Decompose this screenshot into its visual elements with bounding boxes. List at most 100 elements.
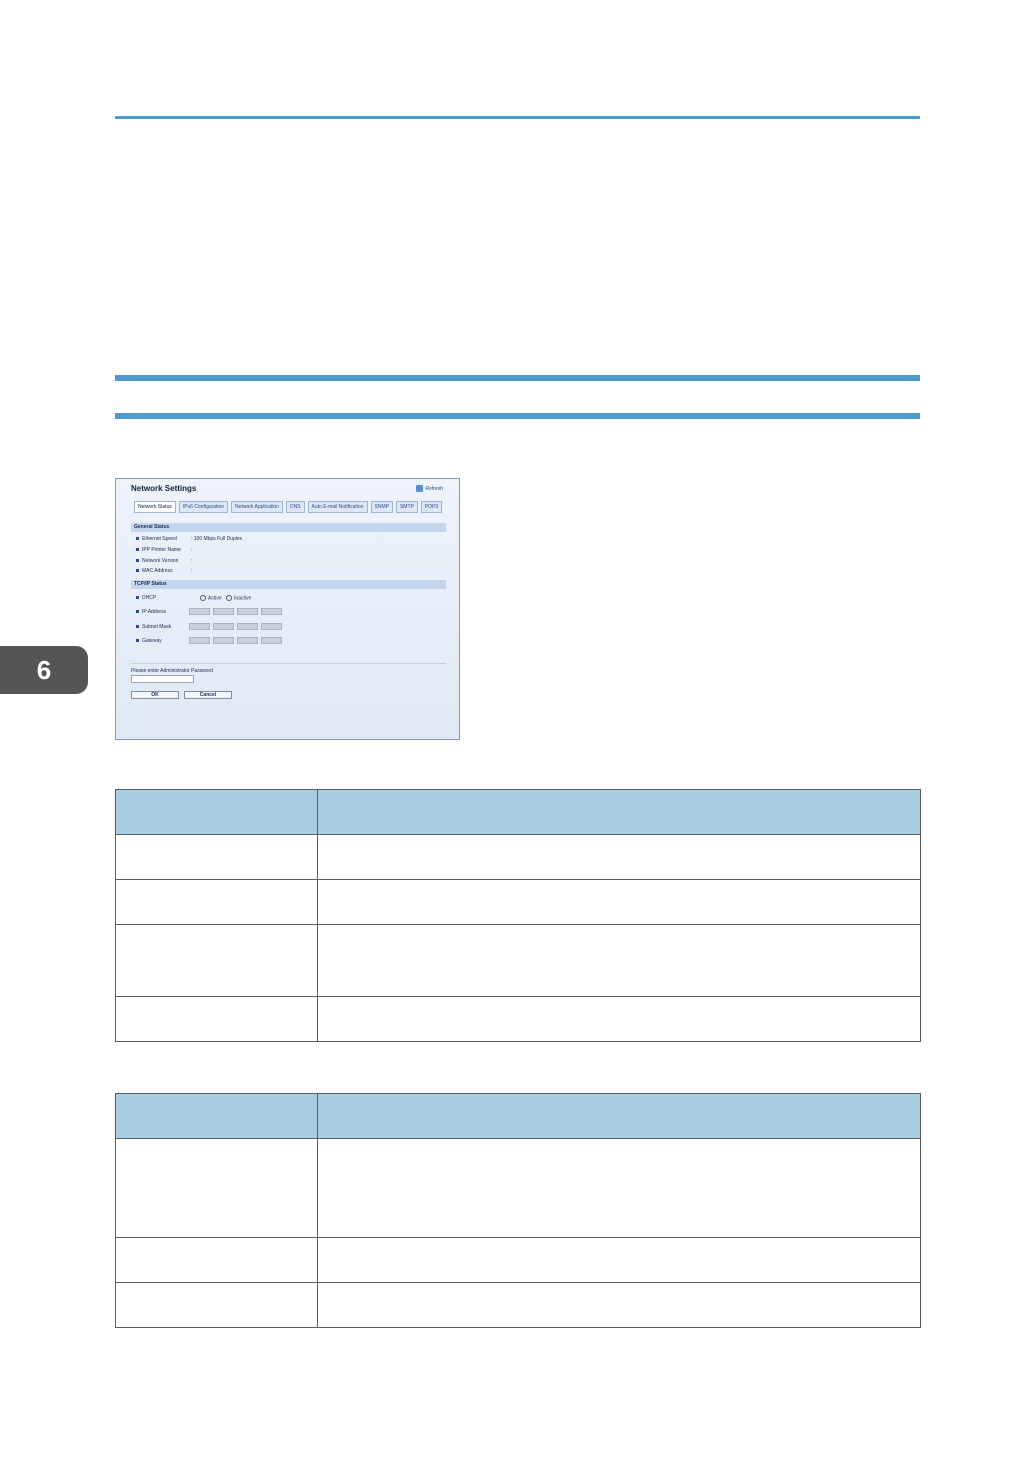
- screenshot-title: Network Settings: [131, 484, 197, 493]
- ipp-printer-name-row: IPP Printer Name :: [136, 547, 192, 553]
- tab-auto-email-notification[interactable]: Auto E-mail Notification: [307, 501, 368, 513]
- ip-octet-3[interactable]: [237, 608, 258, 615]
- password-input[interactable]: [131, 675, 194, 683]
- table-cell: [115, 1138, 318, 1238]
- table-cell: [115, 1282, 318, 1328]
- tab-ipv6-configuration[interactable]: IPv6 Configuration: [178, 501, 229, 513]
- refresh-label: Refresh: [425, 485, 443, 492]
- row-label: Network Version: [142, 558, 179, 564]
- chapter-number: 6: [36, 654, 52, 685]
- ip-address-fields: [189, 608, 282, 615]
- row-value: : 100 Mbps Full Duplex: [191, 536, 243, 542]
- ip-address-row: IP Address: [136, 609, 187, 615]
- tab-snmp[interactable]: SNMP: [370, 501, 393, 513]
- general-status-heading: General Status: [131, 523, 446, 532]
- chapter-tab: 6: [0, 646, 88, 694]
- tab-network-status[interactable]: Network Status: [134, 501, 176, 513]
- ethernet-speed-row: Ethernet Speed : 100 Mbps Full Duplex: [136, 536, 242, 542]
- dhcp-inactive-label: Inactive: [234, 595, 252, 602]
- row-label: IP Address: [142, 609, 167, 615]
- table-cell: [317, 996, 921, 1042]
- tab-pop3[interactable]: POP3: [420, 501, 443, 513]
- subnet-octet-1[interactable]: [189, 623, 210, 630]
- table-header-cell: [115, 1093, 318, 1139]
- gateway-row: Gateway: [136, 638, 187, 644]
- network-version-row: Network Version :: [136, 558, 192, 564]
- dhcp-options: Active Inactive: [200, 595, 251, 601]
- gateway-octet-3[interactable]: [237, 637, 258, 644]
- table-cell: [115, 834, 318, 880]
- table-cell: [317, 1237, 921, 1283]
- dhcp-active-label: Active: [208, 595, 222, 602]
- dhcp-row: DHCP Active Inactive: [136, 595, 251, 601]
- settings-table-2: [115, 1093, 921, 1328]
- mac-address-row: MAC Address :: [136, 568, 192, 574]
- table-cell: [317, 879, 921, 925]
- table-cell: [317, 1138, 921, 1238]
- table-cell: [115, 1237, 318, 1283]
- row-label: MAC Address: [142, 568, 173, 574]
- table-header-cell: [317, 1093, 921, 1139]
- table-cell: [115, 996, 318, 1042]
- row-label: Ethernet Speed: [142, 536, 177, 542]
- ip-octet-1[interactable]: [189, 608, 210, 615]
- gateway-fields: [189, 637, 282, 644]
- table-row: [115, 996, 921, 1042]
- dhcp-inactive-radio[interactable]: [226, 595, 233, 601]
- network-settings-screenshot: Network Settings Refresh Network Status …: [115, 478, 460, 740]
- bullet-icon: [136, 639, 139, 642]
- bullet-icon: [136, 537, 139, 540]
- header-rule: [115, 116, 920, 119]
- row-label: Gateway: [142, 638, 162, 644]
- row-value: :: [191, 568, 193, 574]
- subnet-octet-3[interactable]: [237, 623, 258, 630]
- table-row: [115, 1138, 921, 1238]
- bullet-icon: [136, 548, 139, 551]
- ip-octet-4[interactable]: [261, 608, 282, 615]
- refresh-link[interactable]: Refresh: [416, 485, 443, 492]
- table-row: [115, 1282, 921, 1328]
- subnet-mask-fields: [189, 623, 282, 630]
- settings-tabs: Network Status IPv6 Configuration Networ…: [134, 501, 443, 513]
- bullet-icon: [136, 610, 139, 613]
- table-cell: [317, 834, 921, 880]
- bullet-icon: [136, 569, 139, 572]
- subnet-octet-4[interactable]: [261, 623, 282, 630]
- table-header-row: [115, 789, 921, 835]
- gateway-octet-2[interactable]: [213, 637, 234, 644]
- row-label: Subnet Mask: [142, 624, 172, 630]
- settings-table-1: [115, 789, 921, 1042]
- tab-dns[interactable]: DNS: [285, 501, 305, 513]
- cancel-button[interactable]: Cancel: [184, 691, 232, 699]
- subnet-octet-2[interactable]: [213, 623, 234, 630]
- ip-octet-2[interactable]: [213, 608, 234, 615]
- table-row: [115, 924, 921, 997]
- row-label: DHCP: [142, 595, 157, 601]
- table-row: [115, 1237, 921, 1283]
- table-cell: [317, 924, 921, 997]
- section-rule-top: [115, 375, 920, 381]
- table-cell: [115, 879, 318, 925]
- table-header-row: [115, 1093, 921, 1139]
- bullet-icon: [136, 596, 139, 599]
- bullet-icon: [136, 625, 139, 628]
- tab-smtp[interactable]: SMTP: [395, 501, 418, 513]
- section-rule-bottom: [115, 413, 920, 419]
- row-label: IPP Printer Name: [142, 547, 181, 553]
- dhcp-active-radio[interactable]: [200, 595, 206, 601]
- table-row: [115, 879, 921, 925]
- ok-button[interactable]: OK: [131, 691, 179, 699]
- tab-network-application[interactable]: Network Application: [231, 501, 283, 513]
- table-cell: [115, 924, 318, 997]
- refresh-icon: [416, 485, 424, 492]
- table-header-cell: [115, 789, 318, 835]
- form-divider: [131, 663, 446, 664]
- subnet-mask-row: Subnet Mask: [136, 624, 187, 630]
- tcpip-status-heading: TCP/IP Status: [131, 580, 446, 589]
- gateway-octet-1[interactable]: [189, 637, 210, 644]
- password-label: Please enter Administrator Password: [131, 668, 213, 674]
- gateway-octet-4[interactable]: [261, 637, 282, 644]
- row-value: :: [191, 558, 193, 564]
- table-cell: [317, 1282, 921, 1328]
- bullet-icon: [136, 559, 139, 562]
